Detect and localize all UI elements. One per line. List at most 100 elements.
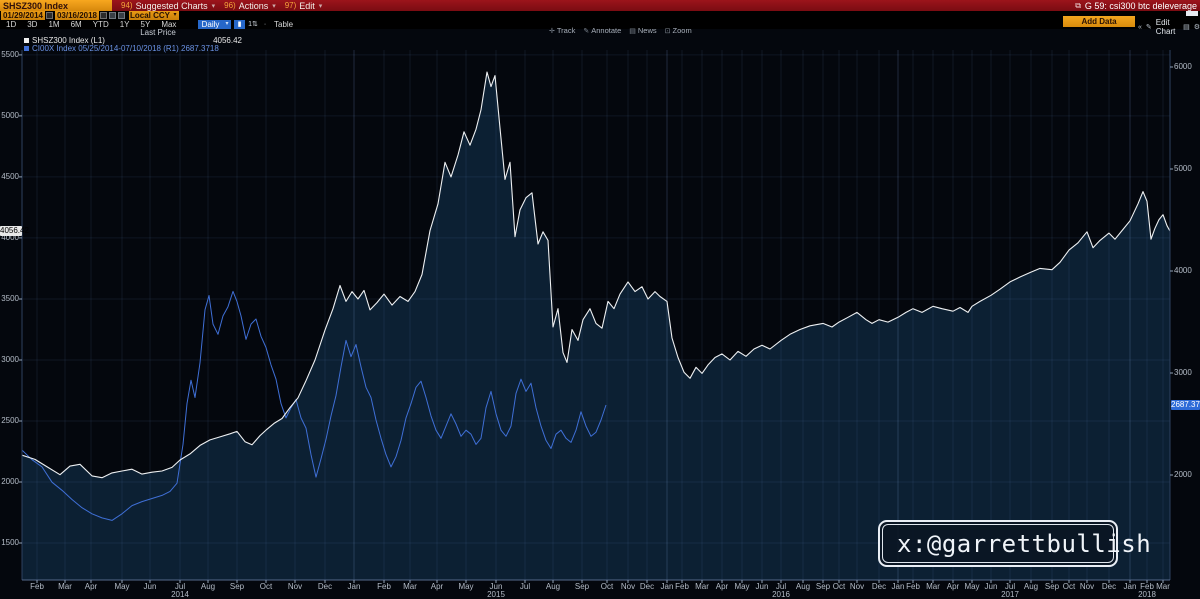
chart-icon[interactable]: ▤ xyxy=(1183,23,1190,31)
menu-actions[interactable]: 96) Actions ▾ xyxy=(224,1,276,11)
news-button[interactable]: ▤News xyxy=(629,26,656,35)
x-axis-year-label: 2014 xyxy=(171,591,189,599)
right-axis-tick-label: 5000 xyxy=(1174,165,1200,173)
x-axis-month-label: Nov xyxy=(288,583,302,591)
x-axis-month-label: Aug xyxy=(201,583,215,591)
frequency-select[interactable]: Daily xyxy=(198,20,223,29)
chevron-down-icon[interactable]: ▾ xyxy=(223,20,231,29)
right-axis-tick-label: 3000 xyxy=(1174,369,1200,377)
step-forward-button[interactable] xyxy=(118,12,125,19)
series-swatch xyxy=(24,38,29,43)
zoom-button[interactable]: ⊡Zoom xyxy=(665,26,692,35)
watermark-box: x:@garrettbullish xyxy=(878,520,1118,567)
popout-icon[interactable]: ⧉ xyxy=(1075,1,1081,11)
x-axis-year-label: 2017 xyxy=(1001,591,1019,599)
x-axis-month-label: Dec xyxy=(640,583,654,591)
collapse-icon[interactable]: « xyxy=(1138,24,1142,31)
calendar-icon[interactable] xyxy=(46,12,53,19)
x-axis-month-label: Apr xyxy=(716,583,728,591)
bloomberg-terminal-window: 150020002500300035004000450050005500 200… xyxy=(0,0,1200,599)
chevron-down-icon: ▾ xyxy=(272,2,276,10)
left-axis-tick-label: 3500 xyxy=(0,295,19,303)
period-button-6m[interactable]: 6M xyxy=(71,20,82,29)
last-value-tag-left: 4056.42 xyxy=(0,226,22,236)
x-axis-month-label: Sep xyxy=(1045,583,1059,591)
x-axis-year-label: 2018 xyxy=(1138,591,1156,599)
chevron-down-icon: ▾ xyxy=(319,2,323,10)
x-axis-year-label: 2016 xyxy=(772,591,790,599)
period-button-ytd[interactable]: YTD xyxy=(93,20,109,29)
x-axis-month-label: Jan xyxy=(348,583,361,591)
x-axis-month-label: Mar xyxy=(58,583,72,591)
calendar-icon[interactable] xyxy=(100,12,107,19)
menu-key: 96) xyxy=(224,1,236,10)
chevron-down-icon: ▾ xyxy=(212,2,216,10)
x-axis-month-label: May xyxy=(734,583,749,591)
last-value-tag-right: 2687.371 xyxy=(1171,400,1200,410)
date-from-field[interactable]: 01/29/2014 xyxy=(1,11,45,20)
x-axis-month-label: May xyxy=(458,583,473,591)
x-axis-month-label: Feb xyxy=(30,583,44,591)
x-axis-month-label: Oct xyxy=(1063,583,1075,591)
chart-title: G 59: csi300 btc deleverage xyxy=(1085,1,1197,11)
pencil-icon[interactable]: ✎ xyxy=(1146,23,1152,31)
menu-edit[interactable]: 97) Edit ▾ xyxy=(285,1,323,11)
menu-key: 97) xyxy=(285,1,297,10)
edit-chart-button[interactable]: Edit Chart xyxy=(1156,18,1179,36)
currency-select[interactable]: Local CCY xyxy=(129,11,171,20)
right-axis-tick-label: 4000 xyxy=(1174,267,1200,275)
x-axis-month-label: Oct xyxy=(833,583,845,591)
settings-icon[interactable]: ⚙ xyxy=(1194,23,1200,31)
date-to-field[interactable]: 03/16/2018 xyxy=(55,11,99,20)
menu-bar: SHSZ300 Index 94) Suggested Charts ▾ 96)… xyxy=(0,0,1200,11)
left-axis-tick-label: 5500 xyxy=(0,51,19,59)
events-icon[interactable]: 1⇅ xyxy=(247,20,259,29)
x-axis-month-label: Apr xyxy=(85,583,97,591)
x-axis-month-label: Jan xyxy=(892,583,905,591)
x-axis-month-label: Jun xyxy=(756,583,769,591)
annotate-button[interactable]: ✎Annotate xyxy=(583,26,621,35)
x-axis-month-label: Mar xyxy=(403,583,417,591)
security-ticker[interactable]: SHSZ300 Index xyxy=(0,0,112,11)
period-button-1d[interactable]: 1D xyxy=(6,20,16,29)
series-label: CI00X Index 05/25/2014-07/10/2018 (R1) 2… xyxy=(32,44,219,53)
series-swatch xyxy=(24,46,29,51)
x-axis-month-label: Aug xyxy=(1024,583,1038,591)
left-axis-tick-label: 5000 xyxy=(0,112,19,120)
left-axis-tick-label: 2000 xyxy=(0,478,19,486)
edit-chart-group: « ✎ Edit Chart ▤ ⚙ xyxy=(1138,18,1200,36)
menu-label: Actions xyxy=(239,1,269,11)
left-axis-tick-label: 3000 xyxy=(0,356,19,364)
x-axis-year-label: 2015 xyxy=(487,591,505,599)
more-icon[interactable]: · xyxy=(262,20,268,29)
window-control-box[interactable] xyxy=(1186,11,1198,16)
x-axis-month-label: Dec xyxy=(318,583,332,591)
x-axis-month-label: Feb xyxy=(906,583,920,591)
step-back-button[interactable] xyxy=(109,12,116,19)
chart-type-icon[interactable]: ▮ xyxy=(234,20,245,29)
price-chart[interactable] xyxy=(0,0,1200,599)
x-axis-month-label: Mar xyxy=(695,583,709,591)
track-button[interactable]: ✛Track xyxy=(549,26,575,35)
date-range-row: 01/29/2014 03/16/2018 Local CCY ▾ xyxy=(0,11,1200,20)
menu-suggested-charts[interactable]: 94) Suggested Charts ▾ xyxy=(121,1,215,11)
add-data-field[interactable]: Add Data xyxy=(1063,16,1135,27)
x-axis-month-label: Apr xyxy=(431,583,443,591)
period-button-1m[interactable]: 1M xyxy=(48,20,59,29)
x-axis-month-label: Sep xyxy=(816,583,830,591)
legend-row-ci00x[interactable]: CI00X Index 05/25/2014-07/10/2018 (R1) 2… xyxy=(24,44,444,52)
right-axis-tick-label: 2000 xyxy=(1174,471,1200,479)
x-axis-month-label: Jun xyxy=(144,583,157,591)
chevron-down-icon[interactable]: ▾ xyxy=(171,11,179,20)
x-axis-month-label: Feb xyxy=(377,583,391,591)
news-icon: ▤ xyxy=(629,27,636,35)
left-axis-tick-label: 4500 xyxy=(0,173,19,181)
annotate-icon: ✎ xyxy=(583,27,589,35)
table-button[interactable]: Table xyxy=(274,20,293,29)
period-button-3d[interactable]: 3D xyxy=(27,20,37,29)
x-axis-month-label: Aug xyxy=(796,583,810,591)
x-axis-month-label: Sep xyxy=(230,583,244,591)
x-axis-month-label: May xyxy=(114,583,129,591)
x-axis-month-label: Dec xyxy=(872,583,886,591)
track-icon: ✛ xyxy=(549,27,555,35)
